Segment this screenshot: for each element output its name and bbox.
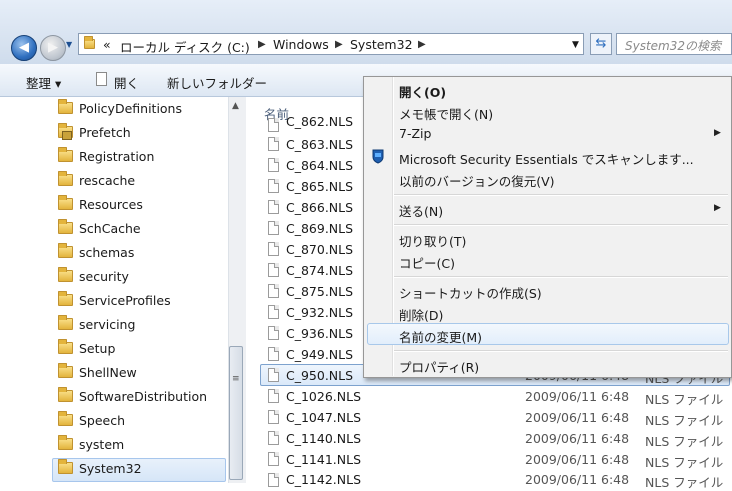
menu-item-rename[interactable]: 名前の変更(M)	[399, 327, 482, 346]
file-type: NLS ファイル	[645, 392, 724, 407]
file-name: C_949.NLS	[286, 347, 354, 362]
file-icon	[268, 263, 279, 277]
file-icon	[268, 326, 279, 340]
file-icon	[268, 347, 279, 361]
file-name: C_1026.NLS	[286, 389, 362, 404]
menu-item-7zip[interactable]: 7-Zip	[399, 126, 431, 141]
file-name: C_864.NLS	[286, 158, 354, 173]
submenu-arrow-icon: ▶	[714, 128, 721, 138]
file-date: 2009/06/11 6:48	[525, 472, 630, 487]
file-icon	[268, 179, 279, 193]
file-icon	[268, 158, 279, 172]
file-date: 2009/06/11 6:48	[525, 389, 630, 404]
menu-item-cut[interactable]: 切り取り(T)	[399, 231, 466, 250]
file-name: C_870.NLS	[286, 242, 354, 257]
file-name: C_866.NLS	[286, 200, 354, 215]
menu-item-open[interactable]: 開く(O)	[399, 82, 446, 101]
file-name: C_863.NLS	[286, 137, 354, 152]
file-name: C_875.NLS	[286, 284, 354, 299]
menu-divider	[394, 224, 728, 226]
file-type: NLS ファイル	[645, 434, 724, 449]
menu-divider	[394, 350, 728, 352]
file-name: C_950.NLS	[286, 368, 354, 383]
file-icon	[268, 200, 279, 214]
file-icon	[268, 284, 279, 298]
file-name: C_865.NLS	[286, 179, 354, 194]
file-icon	[268, 221, 279, 235]
file-name: C_1047.NLS	[286, 410, 362, 425]
menu-item-delete[interactable]: 削除(D)	[399, 305, 443, 324]
file-date: 2009/06/11 6:48	[525, 431, 630, 446]
file-name: C_1142.NLS	[286, 472, 362, 487]
menu-item-create-shortcut[interactable]: ショートカットの作成(S)	[399, 283, 542, 302]
file-name: C_932.NLS	[286, 305, 354, 320]
menu-divider	[394, 194, 728, 196]
file-icon	[268, 452, 279, 466]
file-icon	[268, 410, 279, 424]
file-icon	[268, 431, 279, 445]
file-icon	[268, 305, 279, 319]
file-name: C_936.NLS	[286, 326, 354, 341]
file-name: C_1141.NLS	[286, 452, 362, 467]
file-icon	[268, 368, 279, 382]
file-type: NLS ファイル	[645, 413, 724, 428]
file-date: 2009/06/11 6:48	[525, 452, 630, 467]
file-icon	[268, 242, 279, 256]
file-type: NLS ファイル	[645, 475, 724, 490]
menu-item-open-with-notepad[interactable]: メモ帳で開く(N)	[399, 104, 493, 123]
file-name: C_862.NLS	[286, 114, 354, 129]
menu-item-properties[interactable]: プロパティ(R)	[399, 357, 479, 376]
menu-item-copy[interactable]: コピー(C)	[399, 253, 455, 272]
security-essentials-icon	[370, 148, 386, 164]
file-icon	[268, 137, 279, 151]
file-type: NLS ファイル	[645, 455, 724, 470]
file-name: C_874.NLS	[286, 263, 354, 278]
file-date: 2009/06/11 6:48	[525, 410, 630, 425]
menu-divider	[394, 276, 728, 278]
submenu-arrow-icon: ▶	[714, 203, 721, 213]
menu-item-restore-previous-versions[interactable]: 以前のバージョンの復元(V)	[399, 171, 555, 190]
file-name: C_1140.NLS	[286, 431, 362, 446]
file-icon	[268, 389, 279, 403]
file-icon	[268, 473, 279, 487]
file-name: C_869.NLS	[286, 221, 354, 236]
file-icon	[268, 118, 279, 132]
menu-item-send-to[interactable]: 送る(N)	[399, 201, 443, 220]
menu-item-scan-security-essentials[interactable]: Microsoft Security Essentials でスキャンします..…	[399, 149, 694, 168]
